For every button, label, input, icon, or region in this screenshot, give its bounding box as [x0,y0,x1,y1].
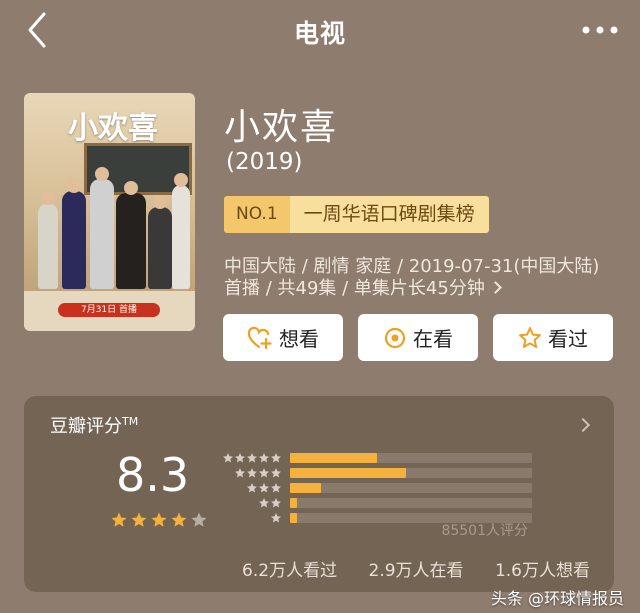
poster-figure [38,203,58,289]
more-button[interactable] [580,22,620,38]
small-star-icon [271,467,281,477]
show-title: 小欢喜 [224,107,339,148]
want-to-watch-label: 想看 [279,327,319,351]
small-star-icon [247,482,257,492]
show-meta-line-2[interactable]: 首播 / 共49集 / 单集片长45分钟 [224,274,502,300]
watching-label: 在看 [413,327,453,351]
distribution-track [290,482,532,493]
small-star-icon [271,497,281,507]
poster-date-strip: 7月31日 首播 [58,303,160,317]
distribution-row [220,451,532,464]
star-outline-icon [519,326,541,348]
watched-label: 看过 [548,327,588,351]
rank-number: NO.1 [224,196,290,233]
distribution-bar [290,482,322,493]
distribution-row [220,481,532,494]
rating-label-text: 豆瓣评分 [50,416,122,437]
watching-button[interactable]: 在看 [358,314,478,361]
chevron-right-icon [488,281,502,294]
small-star-icon [271,482,281,492]
show-poster[interactable]: 小欢喜 7月31日 首播 [24,93,195,331]
small-star-icon [271,512,281,522]
watching-count: 2.9万人在看 [368,561,464,581]
rating-count: 85501人评分 [441,523,528,539]
poster-figure-head [174,173,188,187]
watermark: 头条 @环球情报员 [490,589,624,608]
distribution-bar [290,452,378,463]
distribution-stars [220,512,282,524]
distribution-row [220,496,532,509]
poster-figure-head [41,191,55,205]
want-to-watch-button[interactable]: 想看 [223,314,343,361]
target-circle-icon [384,327,406,348]
distribution-track [290,497,532,508]
distribution-track [290,467,532,478]
rating-star-icon [111,512,127,527]
distribution-bar [290,512,298,523]
trademark-mark: TM [122,415,139,428]
rating-distribution [220,451,532,526]
chevron-right-icon[interactable] [575,417,591,433]
rating-star-icon [151,512,167,527]
want-count: 1.6万人想看 [494,561,590,581]
rating-star-icon [171,512,187,527]
douban-rating-card[interactable]: 豆瓣评分TM 8.3 85501人评分 6.2万人看过 2.9万人在看 1.6万… [24,396,614,592]
distribution-row [220,466,532,479]
score-stars [110,511,208,529]
rank-list-name: 一周华语口碑剧集榜 [289,196,489,233]
distribution-track [290,452,532,463]
poster-figure [148,207,172,289]
show-meta-line-2-text: 首播 / 共49集 / 单集片长45分钟 [224,278,485,299]
show-year: (2019) [226,149,303,175]
page-title: 电视 [293,19,346,48]
top-bar: 电视 [0,0,640,62]
watched-count: 6.2万人看过 [242,561,338,581]
small-star-icon [223,452,233,462]
rating-star-icon [131,512,147,527]
poster-figure [116,193,146,289]
small-star-icon [259,452,269,462]
poster-figure [172,185,190,289]
rank-badge[interactable]: NO.1 一周华语口碑剧集榜 [224,196,489,233]
distribution-stars [220,482,282,494]
viewer-stats: 6.2万人看过 2.9万人在看 1.6万人想看 [24,556,590,581]
rating-label: 豆瓣评分TM [50,412,138,438]
more-dots-icon [582,26,618,34]
distribution-stars [220,497,282,509]
poster-figure-head [67,179,81,193]
rating-score: 8.3 [116,448,190,502]
poster-figure-head [124,181,138,195]
rating-star-icon [191,512,207,527]
small-star-icon [259,482,269,492]
heart-plus-icon [247,326,272,349]
small-star-icon [247,467,257,477]
poster-figure-head [95,167,109,181]
small-star-icon [259,467,269,477]
small-star-icon [235,467,245,477]
small-star-icon [259,497,269,507]
small-star-icon [271,452,281,462]
poster-figure-head [153,195,167,209]
watched-button[interactable]: 看过 [493,314,613,361]
distribution-bar [290,467,407,478]
small-star-icon [247,452,257,462]
distribution-bar [290,497,298,508]
poster-figure [90,179,114,289]
poster-figure [62,191,86,289]
small-star-icon [235,452,245,462]
distribution-stars [220,452,282,464]
poster-title-art: 小欢喜 [68,111,158,146]
distribution-stars [220,467,282,479]
